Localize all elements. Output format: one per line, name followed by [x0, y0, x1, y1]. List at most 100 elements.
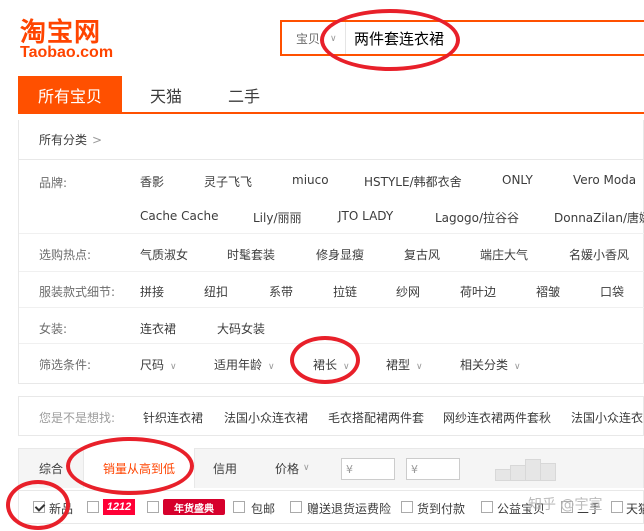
chevron-down-icon: ∨ [514, 362, 521, 372]
detail-item[interactable]: 系带 [269, 283, 293, 300]
suggest-label: 您是不是想找: [39, 411, 116, 425]
women-item[interactable]: 连衣裙 [140, 320, 176, 337]
detail-item[interactable]: 纱网 [396, 283, 420, 300]
detail-item[interactable]: 纽扣 [204, 283, 228, 300]
filter-row-brand: 品牌: 香影 灵子飞飞 miuco HSTYLE/韩都衣舍 ONLY Vero … [19, 160, 644, 234]
filter-label-conditions: 筛选条件: [39, 358, 92, 372]
brand-item[interactable]: Cache Cache [140, 209, 218, 223]
filter-row-conditions: 筛选条件: 尺码 ∨ 适用年龄 ∨ 裙长 ∨ 裙型 ∨ 相关分类 ∨ [19, 344, 644, 382]
brand-item[interactable]: 灵子飞飞 [204, 173, 252, 190]
price-histogram[interactable] [495, 459, 563, 481]
filter-label-detail: 服装款式细节: [39, 285, 116, 299]
detail-item[interactable]: 荷叶边 [460, 283, 496, 300]
sort-by-price[interactable]: 价格 ∨ [275, 449, 310, 487]
filter-panel: 品牌: 香影 灵子飞飞 miuco HSTYLE/韩都衣舍 ONLY Vero … [18, 160, 644, 384]
condition-label: 裙型 [386, 358, 411, 372]
chevron-down-icon: ∨ [268, 362, 275, 372]
tab-secondhand[interactable]: 二手 [204, 76, 284, 114]
women-item[interactable]: 大码女装 [217, 320, 265, 337]
brand-item[interactable]: DonnaZilan/唐娜 [554, 209, 644, 226]
cod-checkbox[interactable] [401, 501, 413, 513]
breadcrumb[interactable]: 所有分类 > [18, 120, 644, 160]
filter-row-hot: 选购热点: 气质淑女 时髦套装 修身显瘦 复古风 端庄大气 名媛小香风 [19, 236, 644, 272]
condition-dropdown[interactable]: 裙型 ∨ [386, 356, 423, 373]
filter-label-women: 女装: [39, 322, 68, 336]
tab-all-items[interactable]: 所有宝贝 [18, 76, 122, 114]
brand-item[interactable]: Lagogo/拉谷谷 [435, 209, 519, 226]
return-insurance-checkbox[interactable] [290, 501, 302, 513]
charity-checkbox[interactable] [481, 501, 493, 513]
filter-label-hot: 选购热点: [39, 248, 92, 262]
cod-label: 货到付款 [417, 502, 466, 516]
sort-bar: 综合 销量从高到低 信用 价格∨ ¥ - ¥ [18, 448, 644, 488]
sort-default[interactable]: 综合 [39, 449, 63, 487]
detail-item[interactable]: 口袋 [600, 283, 624, 300]
brand-item[interactable]: Lily/丽丽 [253, 209, 302, 226]
free-shipping-checkbox[interactable] [233, 501, 245, 513]
hot-item[interactable]: 气质淑女 [140, 246, 188, 263]
hot-item[interactable]: 修身显瘦 [316, 246, 364, 263]
brand-item[interactable]: JTO LADY [338, 209, 393, 223]
filter-label-brand: 品牌: [39, 176, 68, 190]
filter-row-women: 女装: 连衣裙 大码女装 [19, 308, 644, 344]
price-max-input[interactable]: ¥ [406, 458, 460, 480]
suggest-item[interactable]: 法国小众连衣 [571, 409, 643, 426]
brand-item[interactable]: HSTYLE/韩都衣舍 [364, 173, 462, 190]
badge-1212: 1212 [103, 499, 135, 515]
price-min-input[interactable]: ¥ [341, 458, 395, 480]
condition-dropdown[interactable]: 相关分类 ∨ [460, 356, 521, 373]
detail-item[interactable]: 拼接 [140, 283, 164, 300]
suggest-item[interactable]: 法国小众连衣裙 [224, 409, 308, 426]
tmall-checkbox[interactable] [611, 501, 623, 513]
detail-item[interactable]: 拉链 [333, 283, 357, 300]
zhihu-watermark: 知乎 @宇宣 [528, 497, 603, 513]
condition-dropdown[interactable]: 尺码 ∨ [140, 356, 177, 373]
sort-by-sales[interactable]: 销量从高到低 [83, 448, 195, 488]
chevron-down-icon: ∨ [303, 463, 310, 473]
chevron-down-icon: ∨ [330, 32, 337, 43]
breadcrumb-label: 所有分类 [39, 133, 88, 147]
promo-nianhuo-checkbox[interactable] [147, 501, 159, 513]
histogram-bar [495, 469, 511, 481]
return-insurance-label: 赠送退货运费险 [307, 502, 392, 516]
chevron-right-icon: > [92, 132, 103, 147]
search-category-select[interactable]: 宝贝 ∨ [282, 22, 346, 54]
taobao-logo[interactable]: 淘宝网 Taobao.com [20, 12, 135, 64]
hot-item[interactable]: 时髦套装 [227, 246, 275, 263]
promo-1212-checkbox[interactable] [87, 501, 99, 513]
brand-item[interactable]: Vero Moda [573, 173, 636, 187]
detail-item[interactable]: 褶皱 [536, 283, 560, 300]
chevron-down-icon: ∨ [170, 362, 177, 372]
search-input[interactable] [354, 25, 644, 51]
suggest-item[interactable]: 网纱连衣裙两件套秋 [443, 409, 551, 426]
new-item-label: 新品 [49, 502, 74, 516]
search-category-label: 宝贝 [296, 31, 321, 46]
tab-tmall[interactable]: 天猫 [126, 76, 206, 114]
brand-item[interactable]: 香影 [140, 173, 164, 190]
free-shipping-label: 包邮 [251, 502, 276, 516]
histogram-bar [540, 463, 556, 481]
brand-item[interactable]: ONLY [502, 173, 533, 187]
hot-item[interactable]: 端庄大气 [480, 246, 528, 263]
histogram-bar [525, 459, 541, 481]
condition-label: 适用年龄 [214, 358, 263, 372]
condition-dropdown[interactable]: 适用年龄 ∨ [214, 356, 275, 373]
sort-price-label: 价格 [275, 461, 300, 476]
condition-dropdown[interactable]: 裙长 ∨ [313, 356, 350, 373]
hot-item[interactable]: 复古风 [404, 246, 440, 263]
suggest-item[interactable]: 毛衣搭配裙两件套 [328, 409, 424, 426]
condition-label: 裙长 [313, 358, 338, 372]
chevron-down-icon: ∨ [343, 362, 350, 372]
search-box: 宝贝 ∨ [280, 20, 644, 56]
badge-nianhuo: 年货盛典 [163, 499, 225, 515]
hot-item[interactable]: 名媛小香风 [569, 246, 629, 263]
logo-subtext: Taobao.com [20, 44, 114, 61]
brand-item[interactable]: miuco [292, 173, 329, 187]
condition-label: 相关分类 [460, 358, 509, 372]
chevron-down-icon: ∨ [416, 362, 423, 372]
suggest-item[interactable]: 针织连衣裙 [143, 409, 203, 426]
new-item-checkbox[interactable] [33, 501, 45, 513]
search-tabs: 所有宝贝 天猫 二手 [18, 76, 644, 114]
suggest-row: 您是不是想找: 针织连衣裙 法国小众连衣裙 毛衣搭配裙两件套 网纱连衣裙两件套秋… [18, 396, 644, 436]
sort-by-credit[interactable]: 信用 [213, 449, 237, 487]
